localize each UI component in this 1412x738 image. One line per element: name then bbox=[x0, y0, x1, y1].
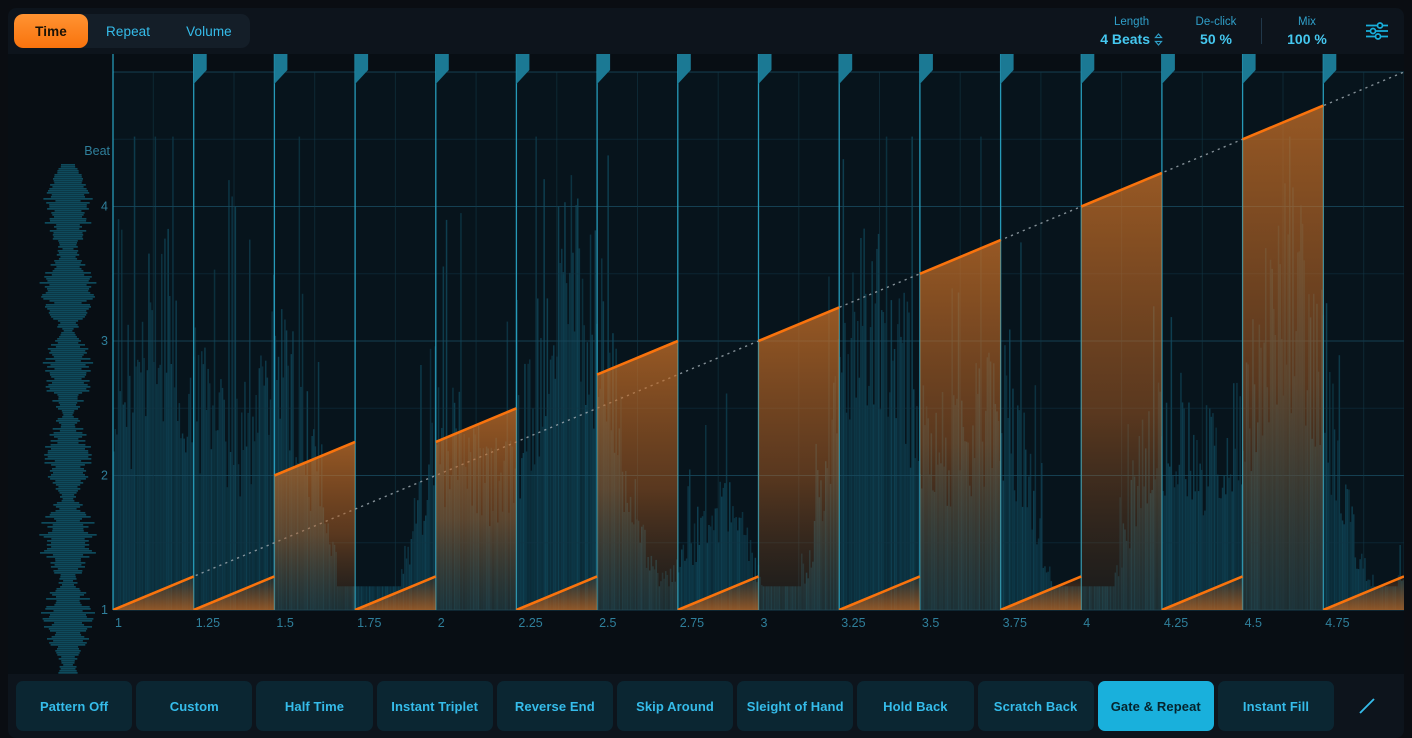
param-mix-label: Mix bbox=[1298, 15, 1316, 28]
x-axis-label: 4.75 bbox=[1325, 616, 1349, 630]
toolbar: Time Repeat Volume Length 4 Beats De-cli… bbox=[8, 8, 1404, 54]
x-axis-label: 4 bbox=[1083, 616, 1090, 630]
preset-instant-triplet[interactable]: Instant Triplet bbox=[376, 681, 493, 731]
ramp-fill bbox=[919, 240, 1001, 610]
y-axis-label: 1 bbox=[101, 603, 108, 617]
y-axis-label: 3 bbox=[101, 334, 108, 348]
preset-gate-and-repeat[interactable]: Gate & Repeat bbox=[1097, 681, 1214, 731]
preset-skip-around[interactable]: Skip Around bbox=[616, 681, 734, 731]
preset-bar: Pattern Off Custom Half Time Instant Tri… bbox=[8, 674, 1404, 738]
pattern-editor-svg[interactable]: Beat 4 3 2 1 1 1.25 1.5 1.75 2 2.25 2.5 2.75 3 3.25 3… bbox=[8, 54, 1404, 674]
y-axis-title: Beat bbox=[84, 144, 110, 158]
tab-time[interactable]: Time bbox=[14, 14, 88, 48]
x-axis-label: 1.25 bbox=[196, 616, 220, 630]
preset-half-time[interactable]: Half Time bbox=[256, 681, 373, 731]
x-axis-label: 1 bbox=[115, 616, 122, 630]
param-mix[interactable]: Mix 100 % bbox=[1268, 15, 1346, 48]
x-axis-label: 3.75 bbox=[1003, 616, 1027, 630]
parameter-group: Length 4 Beats De-click 50 % Mix 100 % bbox=[1086, 8, 1394, 54]
param-declick-value: 50 % bbox=[1200, 30, 1232, 47]
divider bbox=[1261, 18, 1262, 44]
param-length-value: 4 Beats bbox=[1100, 30, 1150, 47]
tab-repeat[interactable]: Repeat bbox=[88, 14, 168, 48]
chevron-up-down-icon[interactable] bbox=[1154, 32, 1163, 46]
ramp-fill bbox=[1242, 105, 1324, 610]
param-length[interactable]: Length 4 Beats bbox=[1086, 15, 1177, 48]
param-length-value-row[interactable]: 4 Beats bbox=[1100, 31, 1163, 48]
mode-segmented-control[interactable]: Time Repeat Volume bbox=[14, 14, 250, 48]
x-axis-label: 2 bbox=[438, 616, 445, 630]
param-declick[interactable]: De-click 50 % bbox=[1177, 15, 1255, 48]
preset-scratch-back[interactable]: Scratch Back bbox=[977, 681, 1094, 731]
param-mix-value-row[interactable]: 100 % bbox=[1287, 31, 1327, 48]
preset-sleight-of-hand[interactable]: Sleight of Hand bbox=[737, 681, 854, 731]
y-axis-label: 4 bbox=[101, 200, 108, 214]
x-axis-label: 1.5 bbox=[276, 616, 293, 630]
param-mix-value: 100 % bbox=[1287, 30, 1327, 47]
preset-reverse-end[interactable]: Reverse End bbox=[496, 681, 613, 731]
ramp-fill bbox=[758, 307, 840, 610]
x-axis-label: 3.5 bbox=[922, 616, 939, 630]
x-axis-label: 3.25 bbox=[841, 616, 865, 630]
plugin-window: Time Repeat Volume Length 4 Beats De-cli… bbox=[0, 0, 1412, 738]
x-axis-label: 2.75 bbox=[680, 616, 704, 630]
x-axis-label: 4.25 bbox=[1164, 616, 1188, 630]
param-length-label: Length bbox=[1114, 15, 1150, 28]
sliders-icon[interactable] bbox=[1360, 16, 1394, 46]
preset-custom[interactable]: Custom bbox=[136, 681, 253, 731]
x-axis-label: 3 bbox=[761, 616, 768, 630]
ramp-fill bbox=[435, 408, 517, 610]
x-axis-label: 2.25 bbox=[518, 616, 542, 630]
tab-volume[interactable]: Volume bbox=[168, 14, 250, 48]
pencil-icon[interactable] bbox=[1338, 681, 1396, 731]
x-axis-label: 4.5 bbox=[1245, 616, 1262, 630]
param-declick-value-row[interactable]: 50 % bbox=[1200, 31, 1232, 48]
x-axis-label: 1.75 bbox=[357, 616, 381, 630]
ramp-fill bbox=[597, 341, 678, 610]
pattern-editor-canvas[interactable]: Beat 4 3 2 1 1 1.25 1.5 1.75 2 2.25 2.5 2.75 3 3.25 3… bbox=[8, 54, 1404, 674]
y-axis-label: 2 bbox=[101, 469, 108, 483]
preset-pattern-off[interactable]: Pattern Off bbox=[16, 681, 133, 731]
param-declick-label: De-click bbox=[1195, 15, 1237, 28]
ramp-fill bbox=[1081, 172, 1162, 610]
x-axis-label: 2.5 bbox=[599, 616, 616, 630]
preset-instant-fill[interactable]: Instant Fill bbox=[1217, 681, 1335, 731]
preset-hold-back[interactable]: Hold Back bbox=[857, 681, 974, 731]
